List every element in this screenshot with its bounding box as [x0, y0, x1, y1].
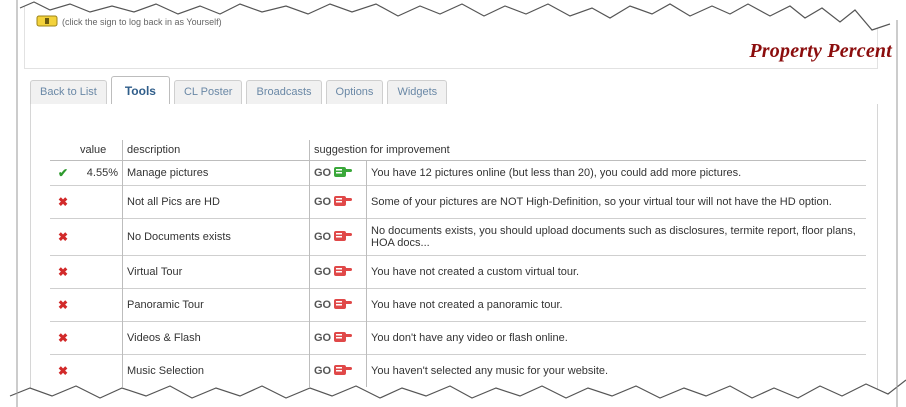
go-button[interactable]: GO — [309, 160, 367, 186]
table-row: ✖ Not all Pics are HD GO Some of your pi… — [50, 185, 866, 219]
cross-icon: ✖ — [57, 195, 69, 209]
check-icon: ✔ — [57, 166, 69, 180]
pointing-hand-red-icon[interactable] — [333, 230, 353, 245]
value-header: value — [76, 140, 123, 161]
tab-widgets[interactable]: Widgets — [387, 80, 448, 104]
table-row: ✖ No Documents exists GO No documents ex… — [50, 218, 866, 256]
tab-back-to-list[interactable]: Back to List — [30, 80, 107, 104]
go-label[interactable]: GO — [314, 231, 331, 243]
go-button[interactable]: GO — [309, 185, 367, 219]
row-value — [76, 218, 123, 256]
row-suggestion: You have not created a panoramic tour. — [366, 288, 866, 322]
go-button[interactable]: GO — [309, 354, 367, 387]
table-row: ✖ Panoramic Tour GO You have not created… — [50, 288, 866, 322]
go-button[interactable]: GO — [309, 321, 367, 355]
cross-icon: ✖ — [57, 230, 69, 244]
row-value — [76, 255, 123, 289]
brand-title: Property Percent — [749, 40, 892, 62]
row-description: Not all Pics are HD — [122, 185, 310, 219]
go-label[interactable]: GO — [314, 299, 331, 311]
row-description: Videos & Flash — [122, 321, 310, 355]
warning-sign-icon[interactable] — [36, 14, 58, 30]
tab-bar: Back to List Tools CL Poster Broadcasts … — [30, 76, 448, 105]
login-hint-text[interactable]: (click the sign to log back in as Yourse… — [62, 17, 222, 27]
table-row: ✖ Virtual Tour GO You have not created a… — [50, 255, 866, 289]
row-value — [76, 321, 123, 355]
row-suggestion: You haven't selected any music for your … — [366, 354, 866, 387]
row-suggestion: You have not created a custom virtual to… — [366, 255, 866, 289]
go-button[interactable]: GO — [309, 288, 367, 322]
row-description: No Documents exists — [122, 218, 310, 256]
status-header — [50, 140, 76, 161]
row-description: Manage pictures — [122, 160, 310, 186]
pointing-hand-red-icon[interactable] — [333, 331, 353, 346]
login-hint: (click the sign to log back in as Yourse… — [36, 14, 222, 30]
tab-tools[interactable]: Tools — [110, 76, 170, 105]
go-button[interactable]: GO — [309, 255, 367, 289]
cross-icon: ✖ — [57, 364, 69, 378]
go-button[interactable]: GO — [309, 218, 367, 256]
row-suggestion: You have 12 pictures online (but less th… — [366, 160, 866, 186]
pointing-hand-red-icon[interactable] — [333, 195, 353, 210]
row-suggestion: No documents exists, you should upload d… — [366, 218, 866, 256]
go-label[interactable]: GO — [314, 266, 331, 278]
go-label[interactable]: GO — [314, 365, 331, 377]
suggestion-header: suggestion for improvement — [309, 140, 866, 161]
pointing-hand-red-icon[interactable] — [333, 298, 353, 313]
row-description: Music Selection — [122, 354, 310, 387]
cross-icon: ✖ — [57, 265, 69, 279]
row-value — [76, 288, 123, 322]
pointing-hand-red-icon[interactable] — [333, 364, 353, 379]
go-label[interactable]: GO — [314, 196, 331, 208]
row-value: 4.55% — [76, 160, 123, 186]
go-label[interactable]: GO — [314, 332, 331, 344]
row-suggestion: Some of your pictures are NOT High-Defin… — [366, 185, 866, 219]
tab-options[interactable]: Options — [325, 80, 384, 104]
description-header: description — [122, 140, 310, 161]
cross-icon: ✖ — [57, 331, 69, 345]
pointing-hand-green-icon[interactable] — [333, 166, 353, 181]
row-description: Virtual Tour — [122, 255, 310, 289]
go-label[interactable]: GO — [314, 167, 331, 179]
row-value — [76, 185, 123, 219]
row-value — [76, 354, 123, 387]
table-row: ✔ 4.55% Manage pictures GO You have 12 p… — [50, 160, 866, 186]
tab-cl-poster[interactable]: CL Poster — [173, 80, 243, 104]
table-header-row: value description suggestion for improve… — [50, 140, 866, 161]
cross-icon: ✖ — [57, 298, 69, 312]
row-description: Panoramic Tour — [122, 288, 310, 322]
table-row: ✖ Videos & Flash GO You don't have any v… — [50, 321, 866, 355]
row-suggestion: You don't have any video or flash online… — [366, 321, 866, 355]
pointing-hand-red-icon[interactable] — [333, 265, 353, 280]
table-row: ✖ Music Selection GO You haven't selecte… — [50, 354, 866, 387]
tab-broadcasts[interactable]: Broadcasts — [246, 80, 322, 104]
improvement-table: value description suggestion for improve… — [50, 140, 866, 387]
